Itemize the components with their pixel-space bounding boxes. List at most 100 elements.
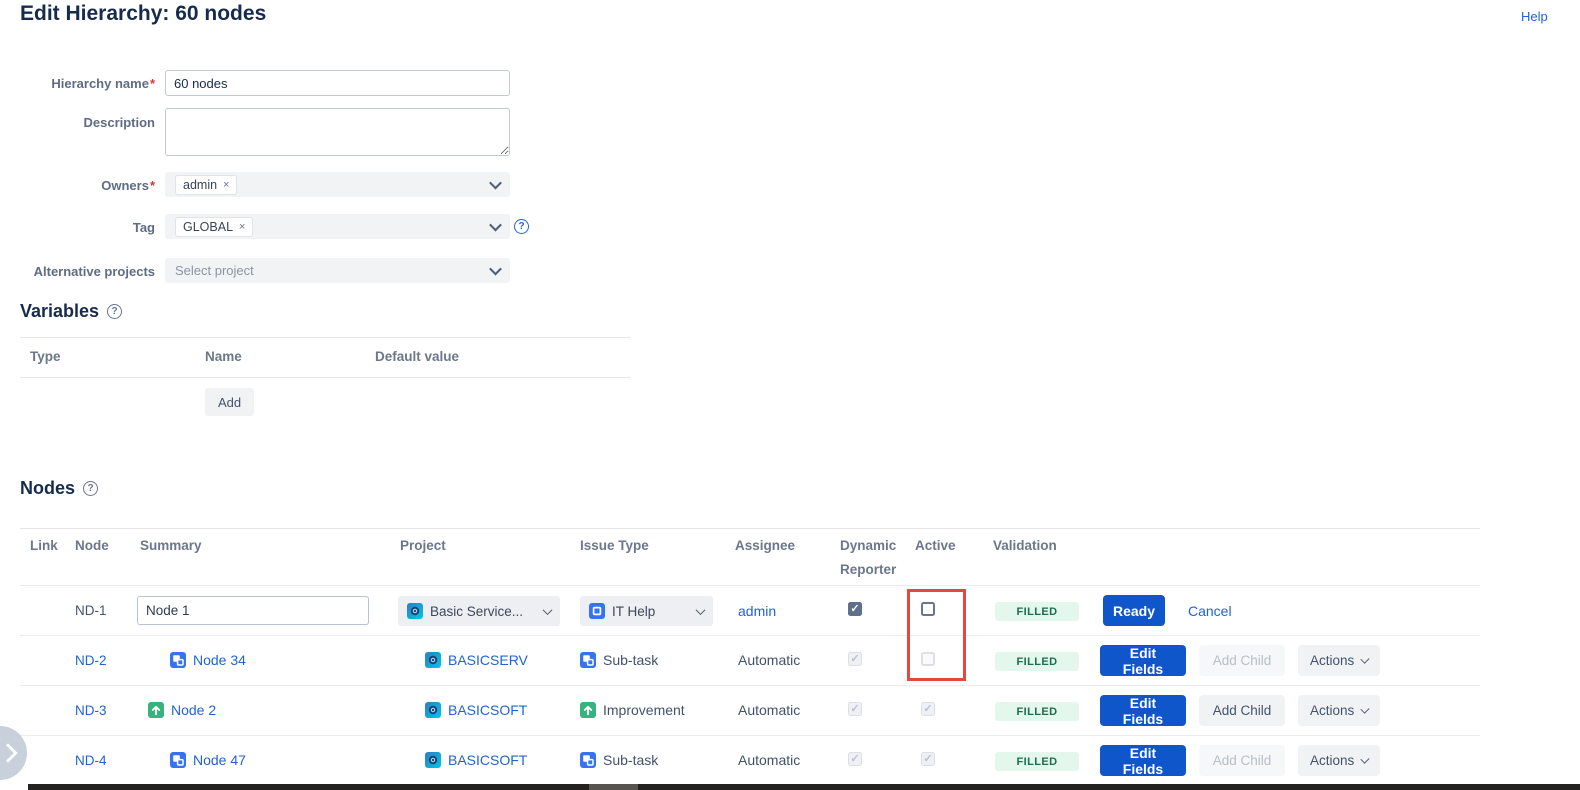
nodes-section-title: Nodes ? (20, 478, 98, 499)
improvement-icon (148, 702, 164, 718)
chevron-down-icon (489, 219, 502, 232)
description-label: Description (0, 115, 155, 130)
tag-help-icon[interactable]: ? (514, 219, 529, 234)
variables-section-title: Variables ? (20, 301, 122, 322)
tag-label: Tag (0, 220, 155, 235)
add-child-button[interactable]: Add Child (1199, 695, 1285, 726)
chevron-down-icon (543, 605, 553, 615)
subtask-icon (170, 652, 186, 668)
active-checkbox[interactable] (921, 602, 935, 616)
actions-button[interactable]: Actions (1298, 645, 1380, 676)
col-summary: Summary (140, 538, 202, 553)
issue-type-cell: Improvement (580, 702, 685, 718)
col-node: Node (75, 538, 109, 553)
help-link[interactable]: Help (1521, 9, 1548, 24)
nodes-title-text: Nodes (20, 478, 75, 499)
col-active: Active (915, 538, 956, 553)
issue-type-text: Sub-task (603, 652, 658, 668)
col-project: Project (400, 538, 446, 553)
hierarchy-name-input[interactable] (165, 70, 510, 96)
edit-hierarchy-page: Edit Hierarchy: 60 nodes Help Hierarchy … (0, 0, 1580, 790)
dynamic-reporter-checkbox (848, 702, 862, 716)
variables-col-name: Name (205, 349, 242, 364)
summary-cell: Node 47 (170, 752, 246, 768)
validation-badge: FILLED (995, 702, 1079, 721)
edit-fields-button[interactable]: Edit Fields (1100, 645, 1186, 676)
chevron-down-icon (489, 263, 502, 276)
project-cell: BASICSOFT (425, 702, 527, 718)
assignee-text: Automatic (738, 652, 800, 668)
issue-type-text: Sub-task (603, 752, 658, 768)
actions-label: Actions (1310, 753, 1354, 768)
col-link: Link (30, 538, 58, 553)
summary-link[interactable]: Node 2 (171, 702, 216, 718)
chevron-right-icon (0, 743, 18, 763)
node-id-link[interactable]: ND-2 (75, 653, 107, 668)
variables-col-type: Type (30, 349, 61, 364)
variables-help-icon[interactable]: ? (107, 304, 122, 319)
active-checkbox (921, 652, 935, 666)
edit-fields-button[interactable]: Edit Fields (1100, 695, 1186, 726)
chevron-down-icon (1361, 655, 1370, 664)
col-dynamic: Dynamic (840, 538, 896, 553)
summary-cell: Node 2 (148, 702, 216, 718)
cancel-link[interactable]: Cancel (1188, 603, 1232, 619)
add-variable-button[interactable]: Add (205, 388, 254, 416)
col-reporter: Reporter (840, 562, 896, 577)
remove-chip-icon[interactable]: × (223, 177, 229, 193)
assignee-link[interactable]: admin (738, 603, 776, 619)
node-row-nd1: ND-1 Basic Service... IT Help admin FILL… (20, 585, 1480, 635)
validation-badge: FILLED (995, 752, 1079, 771)
project-avatar-icon (407, 603, 423, 619)
issue-type-text: Improvement (603, 702, 685, 718)
divider (20, 377, 630, 378)
edit-fields-button[interactable]: Edit Fields (1100, 745, 1186, 776)
summary-link[interactable]: Node 47 (193, 752, 246, 768)
project-avatar-icon (425, 752, 441, 768)
issue-type-select-value: IT Help (612, 604, 655, 619)
project-link[interactable]: BASICSERV (448, 652, 528, 668)
divider (20, 337, 630, 338)
summary-link[interactable]: Node 34 (193, 652, 246, 668)
subtask-icon (580, 652, 596, 668)
remove-chip-icon[interactable]: × (239, 219, 245, 235)
project-link[interactable]: BASICSOFT (448, 752, 527, 768)
col-assignee: Assignee (735, 538, 795, 553)
tag-select[interactable]: GLOBAL× (165, 214, 510, 239)
improvement-icon (580, 702, 596, 718)
project-select[interactable]: Basic Service... (398, 596, 560, 626)
nodes-help-icon[interactable]: ? (83, 481, 98, 496)
col-issue-type: Issue Type (580, 538, 649, 553)
project-link[interactable]: BASICSOFT (448, 702, 527, 718)
owners-chip[interactable]: admin× (175, 175, 237, 195)
node-id: ND-1 (75, 603, 107, 618)
add-child-button: Add Child (1199, 645, 1285, 676)
actions-label: Actions (1310, 703, 1354, 718)
actions-label: Actions (1310, 653, 1354, 668)
summary-cell: Node 34 (170, 652, 246, 668)
it-help-icon (589, 603, 605, 619)
alternative-projects-select[interactable]: Select project (165, 258, 510, 283)
chevron-down-icon (489, 177, 502, 190)
ready-button[interactable]: Ready (1103, 595, 1165, 626)
bottom-edge-bar-segment (589, 784, 638, 790)
issue-type-select[interactable]: IT Help (580, 596, 713, 626)
variables-col-default: Default value (375, 349, 459, 364)
active-checkbox (921, 752, 935, 766)
node-row-nd4: ND-4 Node 47 BASICSOFT Sub-task Automati… (20, 735, 1480, 785)
dynamic-reporter-checkbox[interactable] (848, 602, 862, 616)
hierarchy-name-label: Hierarchy name* (0, 76, 155, 91)
owners-select[interactable]: admin× (165, 172, 510, 197)
description-textarea[interactable] (165, 108, 510, 156)
alternative-projects-label: Alternative projects (0, 264, 155, 279)
chevron-down-icon (1361, 755, 1370, 764)
subtask-icon (170, 752, 186, 768)
summary-input[interactable] (137, 596, 369, 625)
actions-button[interactable]: Actions (1298, 745, 1380, 776)
subtask-icon (580, 752, 596, 768)
node-id-link[interactable]: ND-4 (75, 753, 107, 768)
actions-button[interactable]: Actions (1298, 695, 1380, 726)
tag-chip[interactable]: GLOBAL× (175, 217, 253, 237)
dynamic-reporter-checkbox (848, 752, 862, 766)
node-id-link[interactable]: ND-3 (75, 703, 107, 718)
